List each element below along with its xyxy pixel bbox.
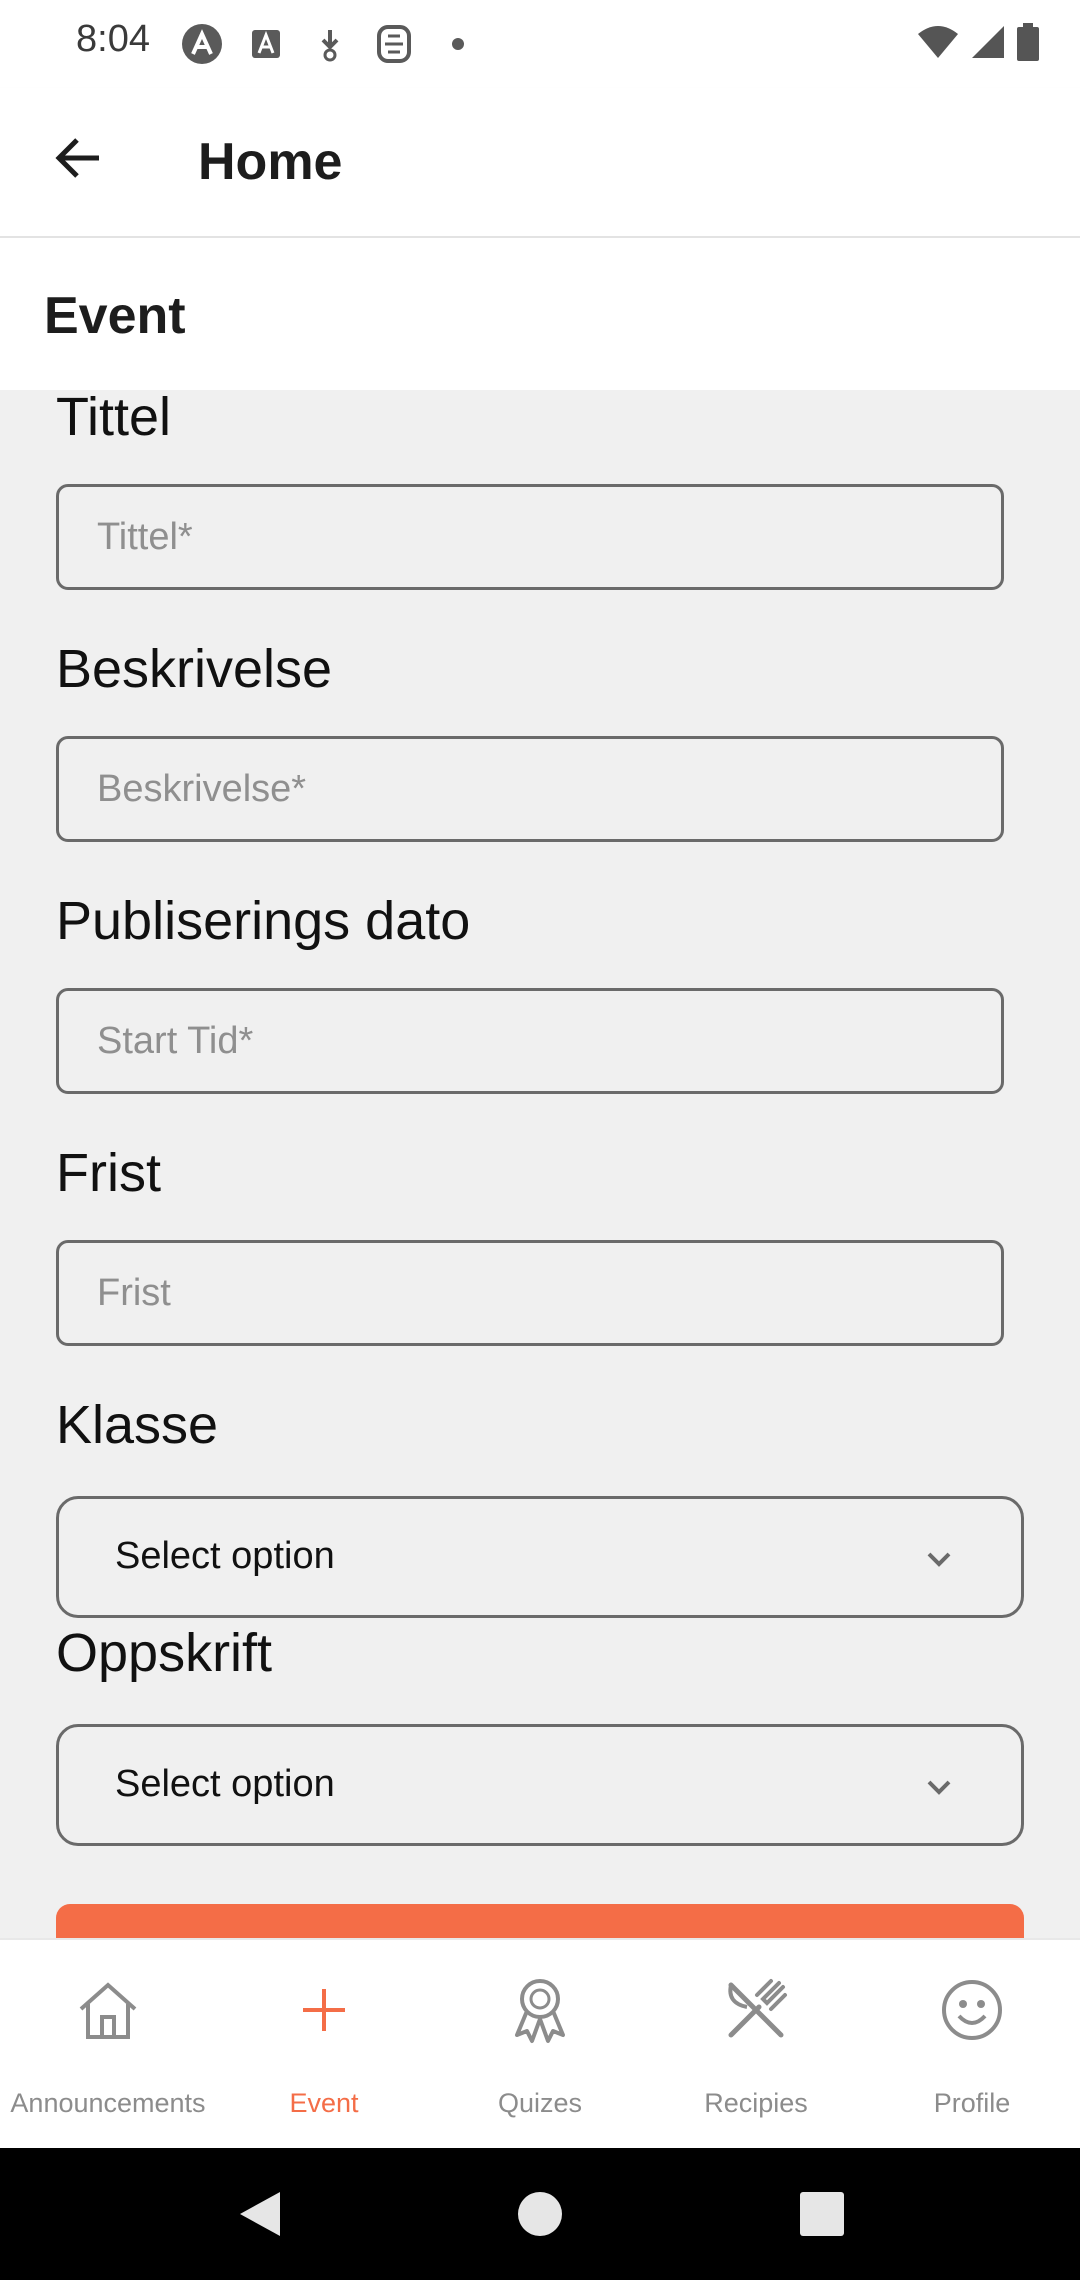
recipe-select[interactable]: Select option (56, 1724, 1024, 1846)
back-button[interactable] (46, 126, 110, 190)
arrow-left-icon (55, 138, 99, 178)
nav-item-quizes[interactable]: Quizes (432, 1940, 648, 2150)
nav-label-event: Event (289, 2088, 359, 2118)
deadline-label: Frist (56, 1143, 161, 1203)
download-notification-icon (308, 22, 352, 66)
class-select-value: Select option (115, 1535, 335, 1577)
more-dot-icon (436, 22, 480, 66)
event-form: Tittel Beskrivelse Publiserings dato Fri… (0, 390, 1080, 1938)
deadline-input[interactable] (56, 1240, 1004, 1346)
chevron-down-icon (927, 1780, 951, 1795)
utensils-icon (720, 1974, 792, 2046)
smiley-icon (936, 1974, 1008, 2046)
description-input[interactable] (56, 736, 1004, 842)
nav-label-recipies: Recipies (704, 2088, 808, 2118)
notification-icons (180, 20, 480, 68)
system-home-icon[interactable] (514, 2188, 566, 2240)
wifi-icon (916, 24, 960, 65)
title-input[interactable] (56, 484, 1004, 590)
award-ribbon-icon (504, 1974, 576, 2046)
class-select[interactable]: Select option (56, 1496, 1024, 1618)
start-time-input[interactable] (56, 988, 1004, 1094)
nav-item-recipies[interactable]: Recipies (648, 1940, 864, 2150)
system-status-icons (916, 20, 1040, 68)
status-bar: 8:04 (0, 0, 1080, 88)
app-notification-icon (180, 22, 224, 66)
recipe-select-value: Select option (115, 1763, 335, 1805)
bottom-nav: Announcements Event Quizes Recipies Prof… (0, 1938, 1080, 2150)
system-nav-bar (0, 2148, 1080, 2280)
nav-label-profile: Profile (933, 2088, 1011, 2118)
cell-signal-icon (970, 24, 1006, 65)
home-icon (72, 1974, 144, 2046)
nav-item-event[interactable]: Event (216, 1940, 432, 2150)
section-title: Event (44, 287, 186, 345)
description-label: Beskrivelse (56, 639, 333, 699)
plus-icon (288, 1974, 360, 2046)
nav-item-profile[interactable]: Profile (864, 1940, 1080, 2150)
nav-label-quizes: Quizes (497, 2088, 583, 2118)
battery-icon (1016, 22, 1040, 66)
recipe-label: Oppskrift (56, 1623, 273, 1683)
nav-item-announcements[interactable]: Announcements (0, 1940, 216, 2150)
text-notification-icon (244, 22, 288, 66)
page-title: Home (198, 133, 343, 191)
system-recents-icon[interactable] (796, 2188, 848, 2240)
chevron-down-icon (927, 1552, 951, 1567)
class-label: Klasse (56, 1395, 219, 1455)
nav-label-announcements: Announcements (10, 2088, 206, 2118)
system-back-icon[interactable] (234, 2188, 286, 2240)
section-header: Event (0, 238, 1080, 390)
title-label: Tittel (56, 390, 172, 447)
submit-button[interactable] (56, 1904, 1024, 1938)
status-time: 8:04 (76, 18, 150, 60)
strikethrough-notification-icon (372, 22, 416, 66)
publish-date-label: Publiserings dato (56, 891, 471, 951)
app-bar: Home (0, 88, 1080, 238)
